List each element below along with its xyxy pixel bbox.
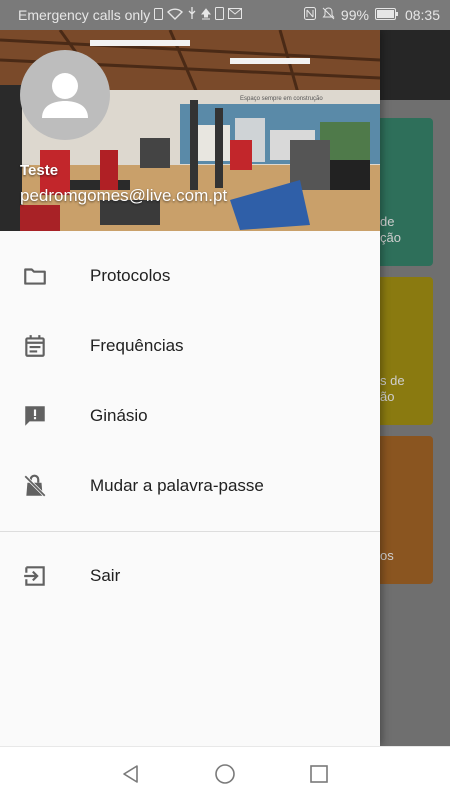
person-icon	[42, 73, 88, 118]
menu-label: Mudar a palavra-passe	[90, 476, 264, 495]
menu-item-ginasio[interactable]: Ginásio	[0, 381, 380, 451]
home-circle-icon	[215, 763, 235, 784]
carrier-text: Emergency calls only	[18, 7, 151, 23]
upload-icon	[201, 7, 212, 23]
menu-label: Protocolos	[90, 266, 171, 285]
drawer-menu: Protocolos Frequências Ginásio Mudar a p…	[0, 241, 380, 611]
divider	[0, 531, 380, 532]
recents-square-icon	[310, 764, 328, 783]
mute-icon	[322, 7, 335, 23]
avatar[interactable]	[20, 50, 110, 140]
battery-icon	[374, 7, 399, 23]
mail-icon	[228, 8, 243, 22]
user-email: pedromgomes@live.com.pt	[20, 186, 228, 205]
background-card-text: os	[380, 548, 394, 563]
background-card-text: de ção	[380, 214, 401, 245]
navigation-drawer: Espaço sempre em construção Teste pedrom…	[0, 30, 380, 746]
menu-label: Sair	[90, 566, 121, 585]
calendar-icon	[25, 335, 45, 357]
feedback-icon	[25, 406, 45, 426]
logout-icon	[24, 566, 45, 586]
sim-icon	[154, 7, 164, 23]
menu-item-change-password[interactable]: Mudar a palavra-passe	[0, 451, 380, 521]
menu-label: Frequências	[90, 336, 184, 355]
background-card-text: s de ão	[380, 373, 405, 404]
lock-bag-icon	[24, 474, 46, 497]
user-name: Teste	[20, 162, 59, 179]
drawer-header: Espaço sempre em construção Teste pedrom…	[0, 30, 380, 231]
menu-label: Ginásio	[90, 406, 148, 425]
back-button[interactable]	[119, 762, 143, 786]
menu-item-logout[interactable]: Sair	[0, 541, 380, 611]
wifi-icon	[167, 7, 184, 23]
status-bar: Emergency calls only 99% 08:35	[0, 0, 450, 30]
folder-icon	[24, 268, 46, 285]
nfc-icon	[303, 7, 316, 23]
battery-percent: 99%	[340, 7, 369, 23]
home-button[interactable]	[213, 762, 237, 786]
menu-item-frequencias[interactable]: Frequências	[0, 311, 380, 381]
back-triangle-icon	[123, 764, 138, 783]
menu-item-protocolos[interactable]: Protocolos	[0, 241, 380, 311]
gym-sign-text: Espaço sempre em construção	[240, 96, 323, 102]
usb-icon	[187, 7, 197, 23]
recents-button[interactable]	[307, 762, 331, 786]
clock: 08:35	[404, 7, 440, 23]
phone-icon	[215, 7, 225, 23]
system-navigation-bar	[0, 746, 450, 800]
